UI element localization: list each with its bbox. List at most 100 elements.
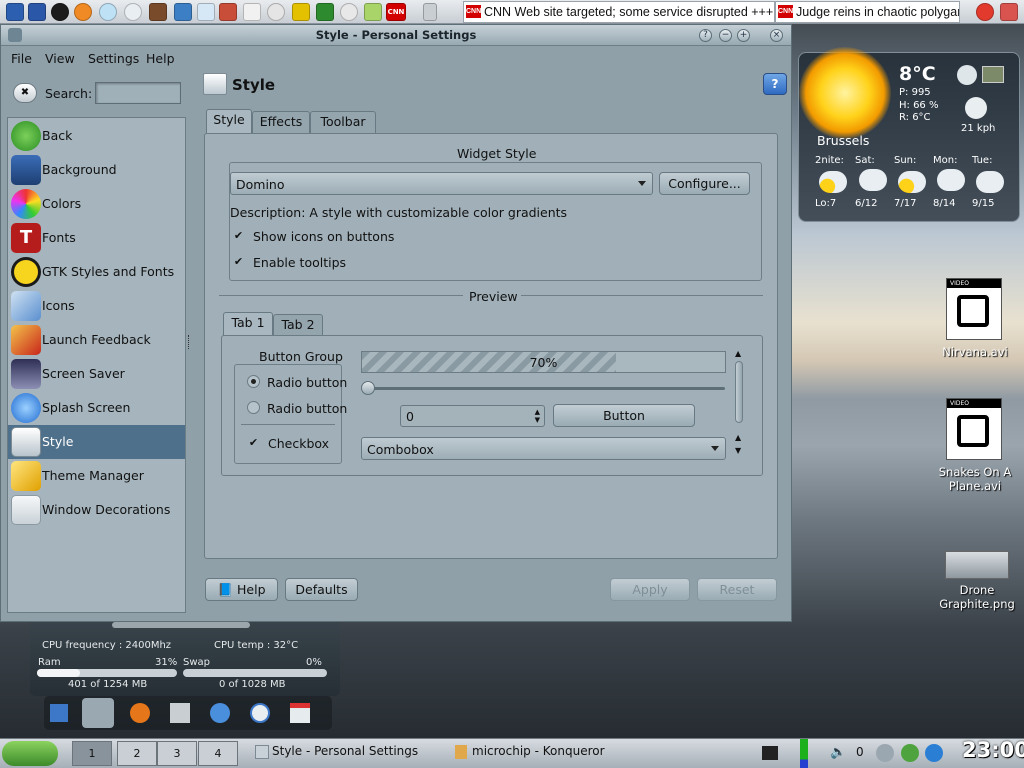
configure-button[interactable]: Configure... (659, 172, 750, 195)
monitor-icon[interactable] (174, 3, 192, 21)
slider-handle[interactable] (361, 381, 375, 395)
sidebar-item-splash-screen[interactable]: Splash Screen (8, 391, 185, 425)
menu-settings[interactable]: Settings (88, 51, 139, 66)
map-icon[interactable] (982, 66, 1004, 83)
desktop-file-label[interactable]: Nirvana.avi (930, 345, 1020, 359)
search-input[interactable] (95, 82, 181, 104)
network-icon[interactable] (197, 3, 215, 21)
clock-icon[interactable] (250, 703, 270, 723)
preview-button[interactable]: Button (553, 404, 695, 427)
kmenu-gecko-icon[interactable] (2, 741, 58, 766)
desktop-file-label[interactable]: Drone Graphite.png (932, 583, 1022, 611)
menu-file[interactable]: File (11, 51, 32, 66)
tab-toolbar[interactable]: Toolbar (310, 111, 376, 133)
tab-style[interactable]: Style (206, 109, 252, 133)
preview-checkbox[interactable]: ✔ (247, 436, 260, 449)
pager-desktop-2[interactable]: 2 (117, 741, 157, 766)
browser-b-icon[interactable] (51, 3, 69, 21)
title-bar[interactable]: Style - Personal Settings ? − + × (1, 25, 791, 46)
pager-desktop-3[interactable]: 3 (157, 741, 197, 766)
tools-icon[interactable] (316, 3, 334, 21)
widget-style-combo[interactable]: Domino (230, 172, 653, 195)
globe-icon[interactable] (957, 65, 977, 85)
clock[interactable]: 23:00 (962, 738, 1024, 762)
menu-view[interactable]: View (45, 51, 75, 66)
close-icon[interactable]: × (770, 29, 783, 42)
maximize-icon[interactable]: + (737, 29, 750, 42)
news-ticker-1[interactable]: CNN CNN Web site targeted; some service … (463, 1, 775, 23)
slider-track[interactable] (363, 387, 725, 390)
image-file-icon[interactable] (945, 551, 1009, 579)
volume-icon[interactable]: 🔈 (830, 745, 846, 760)
show-icons-label[interactable]: Show icons on buttons (253, 229, 394, 244)
network-icon[interactable] (210, 703, 230, 723)
desktop-file-nirvana[interactable]: VIDEO (946, 278, 1002, 340)
pager-desktop-1[interactable]: 1 (72, 741, 112, 766)
defaults-button[interactable]: Defaults (285, 578, 358, 601)
sidebar-item-screen-saver[interactable]: Screen Saver (8, 357, 185, 391)
preview-tab-1[interactable]: Tab 1 (223, 312, 273, 336)
back-icon[interactable] (28, 3, 46, 21)
splitter-handle[interactable] (188, 335, 190, 349)
pager-desktop-4[interactable]: 4 (198, 741, 238, 766)
sidebar-item-theme-manager[interactable]: Theme Manager (8, 459, 185, 493)
sidebar-item-window-decorations[interactable]: Window Decorations (8, 493, 185, 527)
news-ticker-2[interactable]: CNN Judge reins in chaotic polygamy (775, 1, 960, 23)
help-button[interactable]: 📘 Help (205, 578, 278, 601)
disc-icon[interactable] (124, 3, 142, 21)
scroll-thumb[interactable] (735, 361, 743, 423)
package-icon[interactable] (340, 3, 358, 21)
sidebar-item-fonts[interactable]: T Fonts (8, 221, 185, 255)
soccer-icon[interactable] (267, 3, 285, 21)
wine-icon[interactable] (149, 3, 167, 21)
radio-button-1-label[interactable]: Radio button (267, 375, 347, 390)
enable-tooltips-checkbox[interactable]: ✔ (232, 255, 245, 268)
sidebar-item-style[interactable]: Style (8, 425, 185, 459)
trash-icon[interactable] (423, 3, 437, 21)
tab-effects[interactable]: Effects (252, 111, 310, 133)
minimize-icon[interactable]: − (719, 29, 732, 42)
terminal-icon[interactable] (243, 3, 261, 21)
cnn-icon[interactable]: CNN (386, 3, 406, 21)
spin-box[interactable]: 0 ▲ ▼ (400, 405, 545, 427)
scroll-down-icon[interactable]: ▼ (735, 446, 741, 455)
chat-icon[interactable] (292, 3, 310, 21)
gimp-icon[interactable] (219, 3, 237, 21)
firefox-icon[interactable] (130, 703, 150, 723)
task-style-settings[interactable]: Style - Personal Settings (272, 744, 418, 758)
sidebar-item-back[interactable]: Back (8, 119, 185, 153)
task-konqueror[interactable]: microchip - Konqueror (472, 744, 605, 758)
terminal-icon[interactable] (762, 746, 778, 760)
power-icon[interactable] (976, 3, 994, 21)
sidebar-item-launch-feedback[interactable]: Launch Feedback (8, 323, 185, 357)
enable-tooltips-label[interactable]: Enable tooltips (253, 255, 346, 270)
sidebar-item-background[interactable]: Background (8, 153, 185, 187)
drive-icon[interactable] (170, 703, 190, 723)
network-tray-icon[interactable] (876, 744, 894, 762)
globe-icon[interactable] (99, 3, 117, 21)
desktop-file-snakes[interactable]: VIDEO (946, 398, 1002, 460)
logout-icon[interactable] (1000, 3, 1018, 21)
update-tray-icon[interactable] (901, 744, 919, 762)
calendar-icon[interactable] (290, 703, 310, 723)
desktop-file-label[interactable]: Snakes On A Plane.avi (930, 465, 1020, 493)
reset-button[interactable]: Reset (697, 578, 777, 601)
firefox-icon[interactable] (74, 3, 92, 21)
preview-checkbox-label[interactable]: Checkbox (268, 436, 329, 451)
sidebar-item-gtk[interactable]: GTK Styles and Fonts (8, 255, 185, 289)
bluetooth-tray-icon[interactable] (925, 744, 943, 762)
preview-scrollbar[interactable]: ▲ ▲ ▼ (733, 349, 745, 461)
sidebar-item-colors[interactable]: Colors (8, 187, 185, 221)
radio-button-1[interactable] (247, 375, 260, 388)
help-question-icon[interactable]: ? (763, 73, 787, 95)
kmenu-icon[interactable] (6, 3, 24, 21)
settings-icon[interactable] (82, 698, 114, 728)
apply-button[interactable]: Apply (610, 578, 690, 601)
computer-icon[interactable] (50, 704, 68, 722)
show-icons-checkbox[interactable]: ✔ (232, 229, 245, 242)
radio-button-2[interactable] (247, 401, 260, 414)
menu-help[interactable]: Help (146, 51, 175, 66)
scroll-up-icon[interactable]: ▲ (735, 433, 741, 442)
clear-search-icon[interactable]: ✖ (13, 83, 37, 103)
spin-arrows-icon[interactable]: ▲ ▼ (535, 408, 540, 424)
